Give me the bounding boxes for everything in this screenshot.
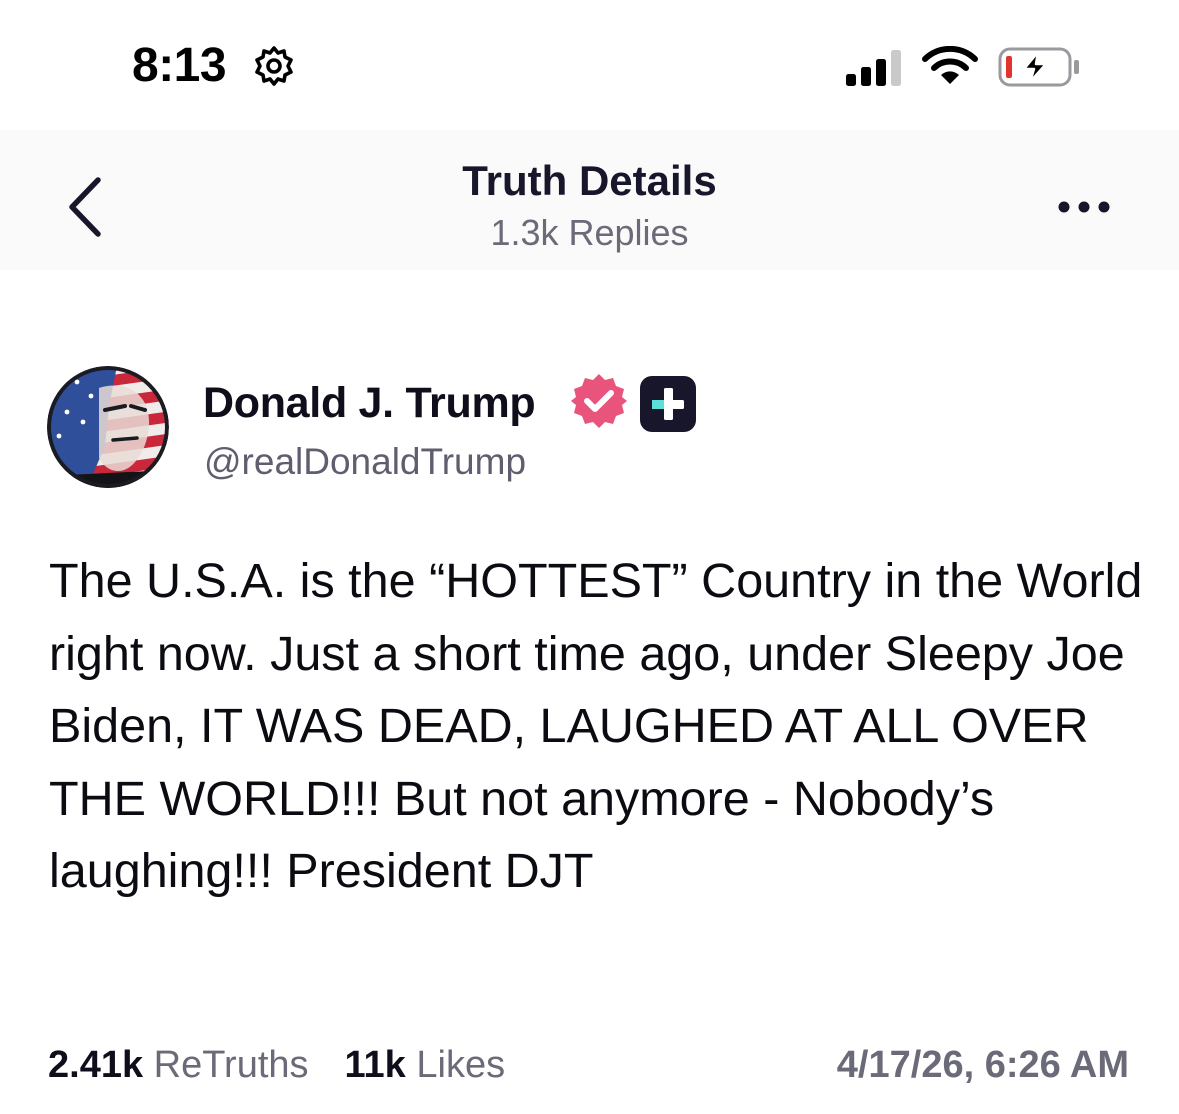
battery-charging-icon xyxy=(998,47,1079,87)
post-stats: 2.41k ReTruths 11k Likes xyxy=(48,1044,505,1087)
page-title: Truth Details xyxy=(462,157,717,204)
replies-count: 1.3k Replies xyxy=(490,212,689,253)
status-bar: 8:13 xyxy=(0,0,1179,130)
retruths-stat[interactable]: 2.41k ReTruths xyxy=(48,1044,309,1086)
plus-badge-icon xyxy=(640,376,696,432)
wifi-icon xyxy=(922,46,978,84)
retruths-label: ReTruths xyxy=(153,1044,309,1086)
likes-count: 11k xyxy=(344,1044,406,1086)
nav-header: Truth Details 1.3k Replies xyxy=(0,130,1179,270)
cellular-signal-icon xyxy=(846,50,901,86)
avatar[interactable] xyxy=(47,366,169,488)
author-handle[interactable]: @realDonaldTrump xyxy=(204,441,526,483)
likes-stat[interactable]: 11k Likes xyxy=(345,1044,506,1086)
post-timestamp: 4/17/26, 6:26 AM xyxy=(836,1044,1129,1086)
status-time: 8:13 xyxy=(132,39,227,92)
more-button[interactable] xyxy=(1054,192,1114,222)
settings-gear-icon xyxy=(255,46,293,86)
author-name[interactable]: Donald J. Trump xyxy=(203,379,536,428)
likes-label: Likes xyxy=(416,1044,506,1086)
post-text: The U.S.A. is the “HOTTEST” Country in t… xyxy=(49,554,1143,898)
verified-badge-icon xyxy=(571,374,627,428)
more-horizontal-icon xyxy=(1058,201,1110,213)
retruths-count: 2.41k xyxy=(48,1044,144,1086)
